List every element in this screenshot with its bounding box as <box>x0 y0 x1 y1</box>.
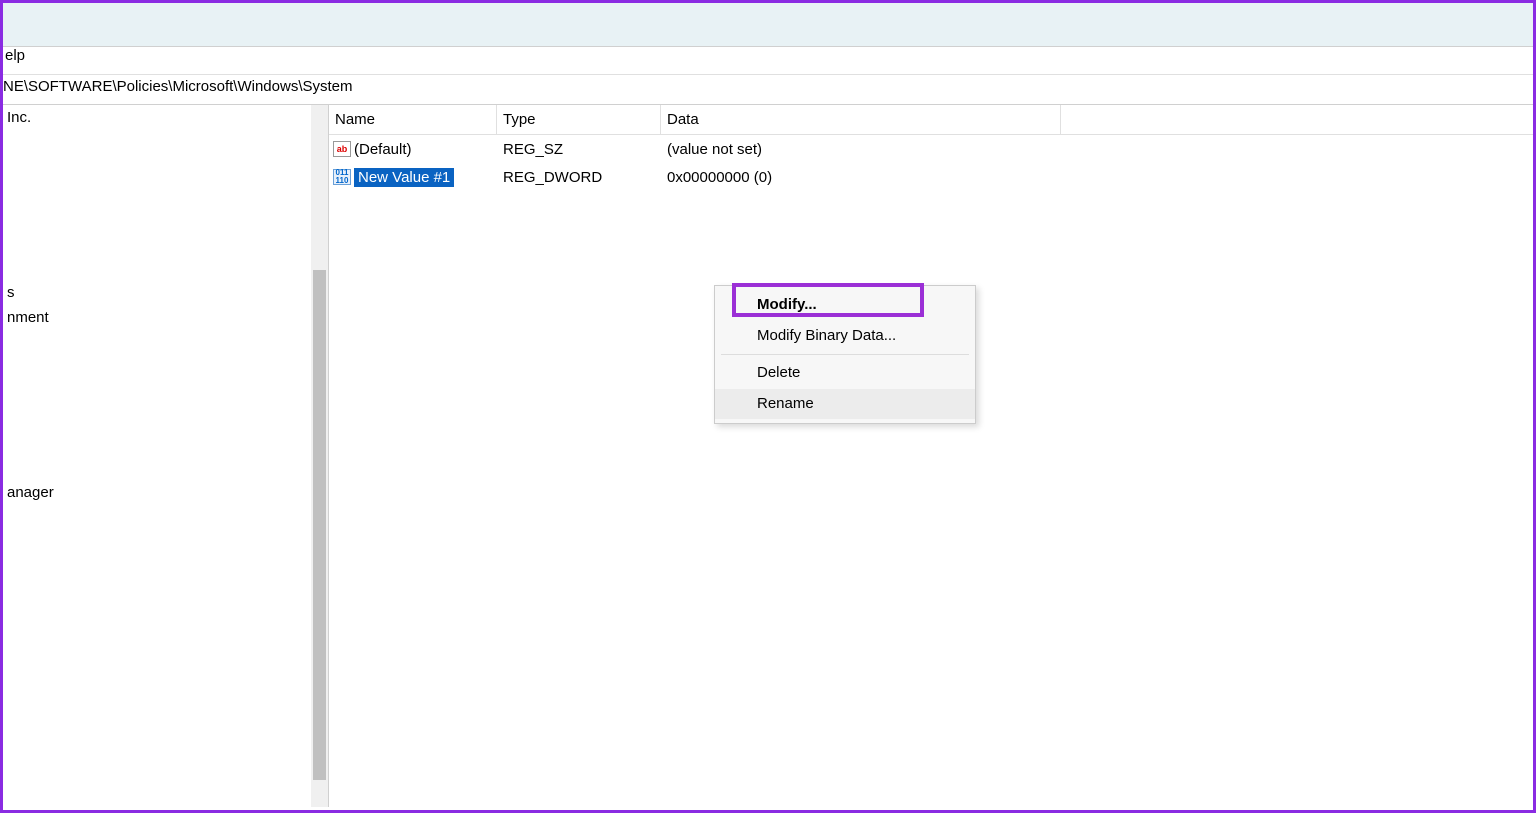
col-header-name[interactable]: Name <box>329 105 497 134</box>
menubar: elp <box>3 47 1533 75</box>
value-row[interactable]: ab (Default) REG_SZ (value not set) <box>329 135 1533 163</box>
address-bar[interactable]: NE\SOFTWARE\Policies\Microsoft\Windows\S… <box>3 75 1533 105</box>
ctx-rename[interactable]: Rename <box>715 389 975 420</box>
tree-pane: Inc. s nment anager <box>3 105 329 807</box>
string-value-icon: ab <box>333 141 351 157</box>
value-data: (value not set) <box>661 141 1061 158</box>
tree-item[interactable]: s <box>3 280 328 305</box>
value-row[interactable]: 011110 New Value #1 REG_DWORD 0x00000000… <box>329 163 1533 191</box>
context-menu: Modify... Modify Binary Data... Delete R… <box>714 285 976 424</box>
content-area: Inc. s nment anager Name Type Data ab (D… <box>3 105 1533 807</box>
value-type: REG_DWORD <box>497 169 661 186</box>
values-pane: Name Type Data ab (Default) REG_SZ (valu… <box>329 105 1533 807</box>
tree-item[interactable]: Inc. <box>3 105 328 130</box>
value-name: New Value #1 <box>354 168 454 187</box>
menu-help[interactable]: elp <box>3 47 25 64</box>
ctx-modify[interactable]: Modify... <box>715 290 975 321</box>
col-header-data[interactable]: Data <box>661 105 1061 134</box>
column-headers: Name Type Data <box>329 105 1533 135</box>
titlebar <box>3 3 1533 47</box>
ctx-modify-binary[interactable]: Modify Binary Data... <box>715 321 975 352</box>
value-data: 0x00000000 (0) <box>661 169 1061 186</box>
value-type: REG_SZ <box>497 141 661 158</box>
value-name: (Default) <box>354 141 412 158</box>
tree-item[interactable]: anager <box>3 480 328 505</box>
tree-item[interactable]: nment <box>3 305 328 330</box>
col-header-type[interactable]: Type <box>497 105 661 134</box>
address-path: NE\SOFTWARE\Policies\Microsoft\Windows\S… <box>3 78 353 95</box>
values-list: ab (Default) REG_SZ (value not set) 0111… <box>329 135 1533 191</box>
scroll-thumb[interactable] <box>313 270 326 780</box>
ctx-delete[interactable]: Delete <box>715 358 975 389</box>
tree-scrollbar[interactable] <box>311 105 328 807</box>
ctx-separator <box>721 354 969 355</box>
dword-value-icon: 011110 <box>333 169 351 185</box>
